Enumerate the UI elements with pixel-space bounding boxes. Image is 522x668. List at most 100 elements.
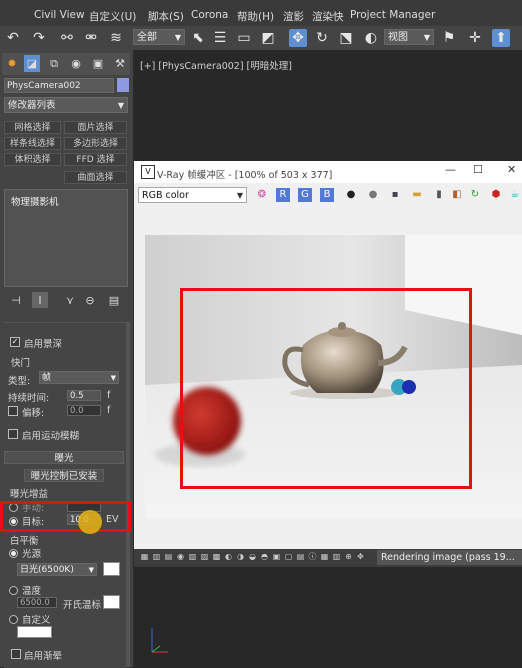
temperature-spinner[interactable]: 6500.0 xyxy=(17,597,57,608)
temperature-color-swatch[interactable] xyxy=(103,595,120,609)
object-color-swatch[interactable] xyxy=(117,78,129,92)
object-name-field[interactable]: PhysCamera002 xyxy=(4,78,114,93)
show-end-result-icon[interactable]: I xyxy=(32,292,48,308)
pan-icon[interactable]: ✥ xyxy=(356,552,365,561)
link-vfb-icon[interactable]: ▤ xyxy=(164,552,173,561)
close-icon[interactable]: ✕ xyxy=(507,163,516,176)
maximize-icon[interactable]: ☐ xyxy=(473,163,483,176)
track-mouse-icon[interactable]: ▦ xyxy=(140,552,149,561)
move-icon[interactable]: ✥ xyxy=(289,29,307,47)
select-by-name-icon[interactable]: ☰ xyxy=(211,29,229,47)
menu-corona[interactable]: Corona xyxy=(191,9,228,21)
modifier-stack[interactable]: 物理摄影机 xyxy=(4,189,128,287)
selection-filter-select[interactable]: 全部 ▼ xyxy=(133,29,185,45)
blue-channel-icon[interactable]: B xyxy=(320,188,334,202)
bind-spacewarp-icon[interactable]: ≋ xyxy=(107,29,125,47)
curve-icon[interactable]: ▩ xyxy=(212,552,221,561)
exposure-rollout-header[interactable]: 曝光 xyxy=(4,451,124,464)
window-crossing-icon[interactable]: ◩ xyxy=(259,29,277,47)
menu-project-manager[interactable]: Project Manager xyxy=(350,9,435,21)
menu-render-quick[interactable]: 渲染快 xyxy=(312,9,344,24)
modify-tab-icon[interactable]: ◪ xyxy=(24,55,40,72)
lut-icon[interactable]: ◓ xyxy=(260,552,269,561)
duration-spinner[interactable]: 0.5 xyxy=(67,390,101,401)
load-icon[interactable]: ▬ xyxy=(410,188,424,202)
menu-civil-view[interactable]: Civil View xyxy=(34,9,85,21)
exposure-icon[interactable]: ◐ xyxy=(224,552,233,561)
enable-dof-checkbox[interactable]: ✓ xyxy=(10,337,20,347)
exposure-control-button[interactable]: 曝光控制已安装 xyxy=(24,469,104,482)
srgb-icon[interactable]: ▢ xyxy=(284,552,293,561)
vignette-checkbox[interactable] xyxy=(11,649,21,659)
white-dot-icon[interactable]: ● xyxy=(344,188,358,202)
select-manipulate-icon[interactable]: ✛ xyxy=(466,29,484,47)
hue-icon[interactable]: ◒ xyxy=(248,552,257,561)
stamp-icon[interactable]: ▤ xyxy=(296,552,305,561)
reference-coord-select[interactable]: 视图 ▼ xyxy=(384,29,434,45)
redo-icon[interactable]: ↷ xyxy=(30,29,48,47)
compare-icon[interactable]: ▧ xyxy=(188,552,197,561)
light-source-radio[interactable] xyxy=(9,549,18,558)
alpha-channel-icon[interactable]: ● xyxy=(366,188,380,202)
region-icon[interactable]: ▥ xyxy=(152,552,161,561)
light-source-select[interactable]: 日光(6500K) ▼ xyxy=(17,563,97,576)
info-icon[interactable]: ⓘ xyxy=(308,552,317,561)
surface-select-button[interactable]: 曲面选择 xyxy=(64,171,127,184)
custom-radio[interactable] xyxy=(9,615,18,624)
poly-select-button[interactable]: 多边形选择 xyxy=(64,137,127,150)
configure-sets-icon[interactable]: ▤ xyxy=(106,292,122,308)
place-icon[interactable]: ◐ xyxy=(362,29,380,47)
teapot-render-icon[interactable]: ☕ xyxy=(508,188,522,202)
pixel-info-icon[interactable]: ▥ xyxy=(332,552,341,561)
keyboard-shortcut-icon[interactable]: ⬆ xyxy=(492,29,510,47)
pivot-icon[interactable]: ⚑ xyxy=(440,29,458,47)
channel-select[interactable]: RGB color ▼ xyxy=(138,187,247,203)
select-object-icon[interactable]: ⬉ xyxy=(189,29,207,47)
scale-icon[interactable]: ⬔ xyxy=(337,29,355,47)
remove-modifier-icon[interactable]: ⊖ xyxy=(82,292,98,308)
offset-spinner[interactable]: 0.0 xyxy=(67,405,101,416)
color-channels-icon[interactable]: ❂ xyxy=(255,188,269,202)
white-balance-icon[interactable]: ◑ xyxy=(236,552,245,561)
create-tab-icon[interactable]: ✹ xyxy=(4,55,20,72)
motion-tab-icon[interactable]: ◉ xyxy=(68,55,84,72)
utilities-tab-icon[interactable]: ⚒ xyxy=(112,55,128,72)
make-unique-icon[interactable]: ⋎ xyxy=(62,292,78,308)
refresh-icon[interactable]: ↻ xyxy=(468,188,482,202)
modifier-list-select[interactable]: 修改器列表 ▼ xyxy=(4,97,128,113)
link-icon[interactable]: ⚯ xyxy=(58,29,76,47)
volume-select-button[interactable]: 体积选择 xyxy=(4,153,61,166)
rect-selection-icon[interactable]: ▭ xyxy=(235,29,253,47)
levels-icon[interactable]: ▨ xyxy=(200,552,209,561)
stack-item-physical-camera[interactable]: 物理摄影机 xyxy=(11,194,59,208)
history-icon[interactable]: ◧ xyxy=(450,188,464,202)
mesh-select-button[interactable]: 网格选择 xyxy=(4,121,61,134)
undo-icon[interactable]: ↶ xyxy=(4,29,22,47)
temperature-radio[interactable] xyxy=(9,586,18,595)
custom-color-swatch[interactable] xyxy=(17,626,52,638)
display-tab-icon[interactable]: ▣ xyxy=(90,55,106,72)
light-color-swatch[interactable] xyxy=(103,562,120,576)
menu-render[interactable]: 渲影 xyxy=(283,9,304,24)
menu-help[interactable]: 帮助(H) xyxy=(237,9,274,24)
rotate-icon[interactable]: ↻ xyxy=(313,29,331,47)
panel-scrollbar[interactable] xyxy=(126,322,130,667)
red-channel-icon[interactable]: R xyxy=(276,188,290,202)
lens-effects-icon[interactable]: ◉ xyxy=(176,552,185,561)
offset-checkbox[interactable] xyxy=(8,406,18,416)
spline-select-button[interactable]: 样条线选择 xyxy=(4,137,61,150)
green-channel-icon[interactable]: G xyxy=(298,188,312,202)
ffd-select-button[interactable]: FFD 选择 xyxy=(64,153,127,166)
shutter-type-select[interactable]: 帧 ▼ xyxy=(39,371,119,384)
stop-render-icon[interactable]: ⬢ xyxy=(489,188,503,202)
menu-customize[interactable]: 自定义(U) xyxy=(89,9,136,24)
bucket-icon[interactable]: ▦ xyxy=(320,552,329,561)
save-icon[interactable]: ▪ xyxy=(388,188,402,202)
ocio-icon[interactable]: ▣ xyxy=(272,552,281,561)
minimize-icon[interactable]: — xyxy=(445,163,456,176)
unlink-icon[interactable]: ⚮ xyxy=(82,29,100,47)
motion-blur-checkbox[interactable] xyxy=(8,429,18,439)
viewport-label[interactable]: [+] [PhysCamera002] [明暗处理] xyxy=(140,58,292,72)
menu-script[interactable]: 脚本(S) xyxy=(148,9,184,24)
pin-stack-icon[interactable]: ⊣ xyxy=(8,292,24,308)
